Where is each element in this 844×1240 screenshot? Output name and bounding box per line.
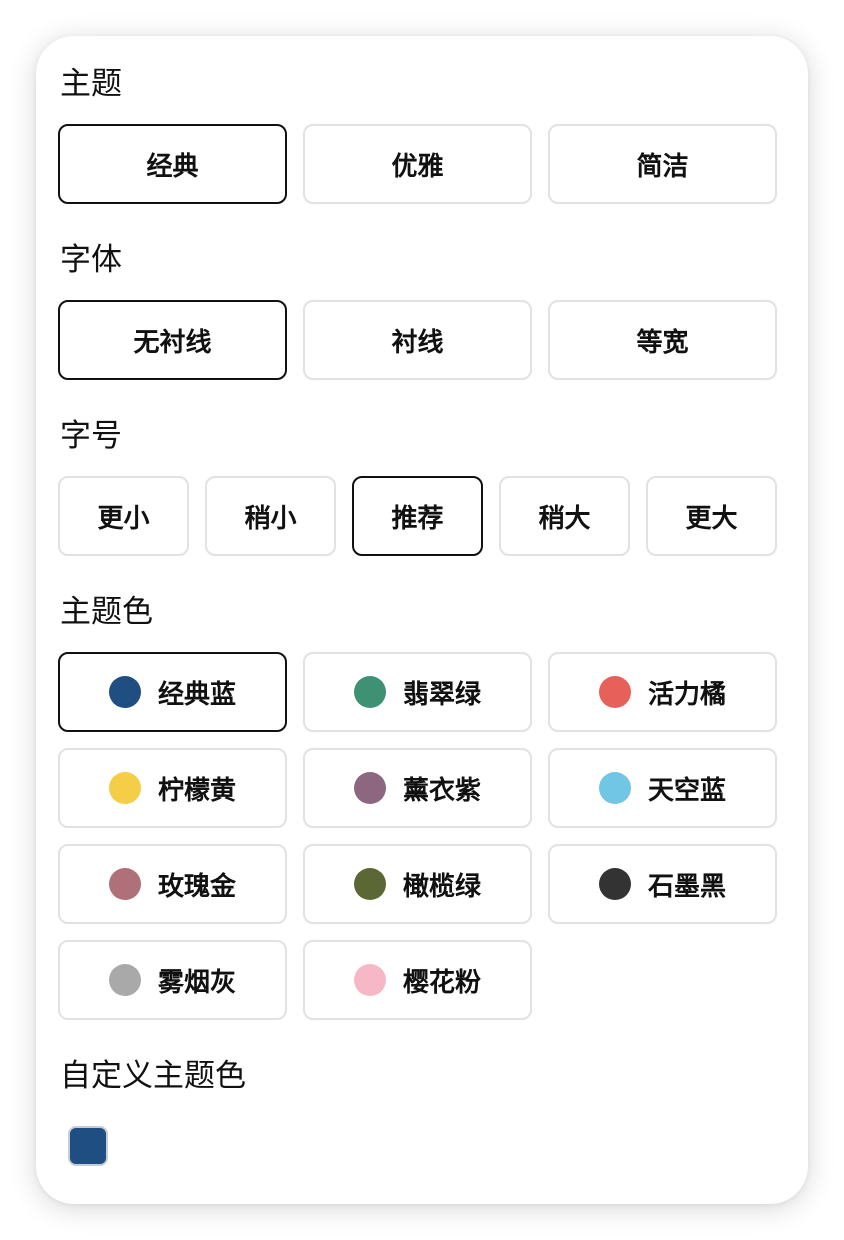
color-dot [108,676,141,708]
font-size-option-recommended[interactable]: 推荐 [352,476,483,556]
color-dot [598,676,631,708]
color-dot [598,868,631,900]
font-option-sans[interactable]: 无衬线 [58,300,287,380]
font-size-option-smaller[interactable]: 更小 [58,476,189,556]
color-option-label: 玫瑰金 [157,871,236,902]
color-option-label: 雾烟灰 [157,967,236,998]
color-option-emerald-green[interactable]: 翡翠绿 [303,652,532,732]
font-option-serif[interactable]: 衬线 [303,300,532,380]
font-size-option-larger[interactable]: 更大 [646,476,777,556]
color-option-rose-gold[interactable]: 玫瑰金 [58,844,287,924]
color-option-label: 活力橘 [647,679,726,710]
font-size-options: 更小 稍小 推荐 稍大 更大 [58,476,778,556]
color-dot [353,868,386,900]
color-dot [108,964,141,996]
color-option-label: 翡翠绿 [402,679,481,710]
theme-color-options: 经典蓝 翡翠绿 活力橘 柠檬黄 薰衣紫 天空蓝 玫瑰金 橄榄绿 石墨黑 雾烟灰 … [58,652,778,1020]
color-option-label: 天空蓝 [647,775,726,806]
color-option-label: 薰衣紫 [402,775,481,806]
color-option-lavender-purple[interactable]: 薰衣紫 [303,748,532,828]
color-option-label: 樱花粉 [402,967,481,998]
color-option-label: 柠檬黄 [157,775,236,806]
color-option-label: 橄榄绿 [402,871,481,902]
color-option-label: 石墨黑 [647,871,726,902]
font-option-mono[interactable]: 等宽 [548,300,777,380]
font-section-title: 字体 [60,242,122,278]
color-option-graphite-black[interactable]: 石墨黑 [548,844,777,924]
color-dot [353,964,386,996]
color-option-mist-gray[interactable]: 雾烟灰 [58,940,287,1020]
color-dot [108,772,141,804]
color-option-label: 经典蓝 [157,679,236,710]
color-option-sky-blue[interactable]: 天空蓝 [548,748,777,828]
settings-panel: 主题 经典 优雅 简洁 字体 无衬线 衬线 等宽 字号 更小 稍小 推荐 稍大 … [36,36,808,1204]
theme-color-section-title: 主题色 [60,594,153,630]
color-dot [598,772,631,804]
custom-color-picker[interactable] [68,1126,108,1166]
theme-option-elegant[interactable]: 优雅 [303,124,532,204]
color-option-sakura-pink[interactable]: 樱花粉 [303,940,532,1020]
color-dot [353,772,386,804]
font-options: 无衬线 衬线 等宽 [58,300,778,380]
color-option-lemon-yellow[interactable]: 柠檬黄 [58,748,287,828]
font-size-option-large[interactable]: 稍大 [499,476,630,556]
font-size-option-small[interactable]: 稍小 [205,476,336,556]
theme-option-classic[interactable]: 经典 [58,124,287,204]
theme-section-title: 主题 [60,66,122,102]
color-dot [353,676,386,708]
color-dot [108,868,141,900]
color-option-vibrant-orange[interactable]: 活力橘 [548,652,777,732]
theme-options: 经典 优雅 简洁 [58,124,778,204]
theme-option-minimal[interactable]: 简洁 [548,124,777,204]
color-option-classic-blue[interactable]: 经典蓝 [58,652,287,732]
color-option-olive-green[interactable]: 橄榄绿 [303,844,532,924]
custom-color-section-title: 自定义主题色 [60,1058,246,1094]
font-size-section-title: 字号 [60,418,122,454]
